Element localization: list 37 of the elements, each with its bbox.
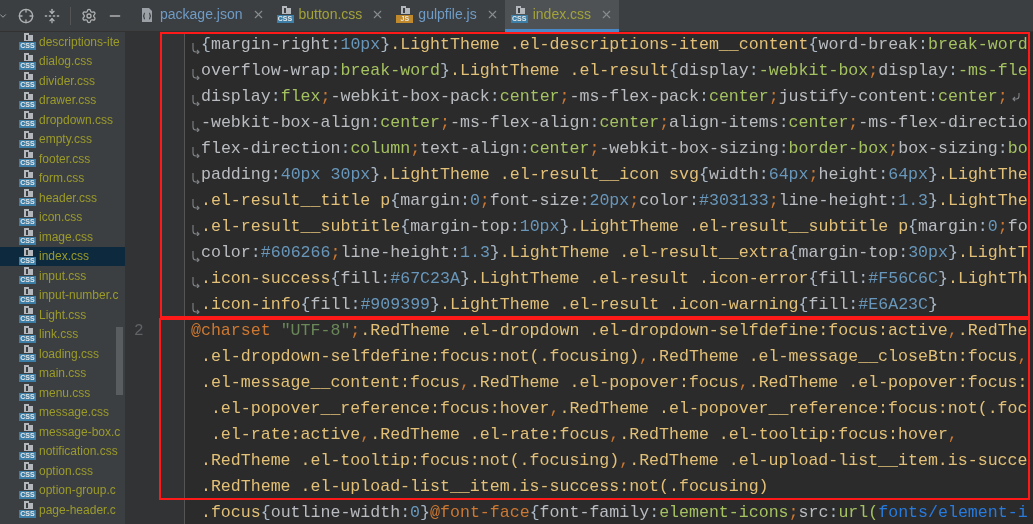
wrap-end-icon <box>1010 91 1021 103</box>
soft-wrap-icon <box>191 42 200 54</box>
soft-wrap-icon <box>191 198 200 210</box>
code-line: flex-direction:column;text-align:center;-webkit-box-sizing:border-box;box-sizing:bo <box>201 137 1028 160</box>
soft-wrap-icon <box>191 172 200 184</box>
settings-icon[interactable] <box>81 7 97 24</box>
code-line: color:#606266;line-height:1.3}.LightTheme .el-result__extra{margin-top:30px}.LightT <box>201 241 1028 264</box>
editor-tab[interactable]: package.json <box>133 0 271 32</box>
json-file-icon <box>139 6 155 23</box>
code-line: .icon-info{fill:#909399}.LightTheme .el-result .icon-warning{fill:#E6A23C} <box>201 293 938 316</box>
code-line: overflow-wrap:break-word}.LightTheme .el-result{display:-webkit-box;display:-ms-fle <box>201 59 1028 82</box>
soft-wrap-icon <box>191 68 200 80</box>
code-line: .el-rate:active,.RedTheme .el-rate:focus,.RedTheme .el-tooltip:focus:hover, <box>209 423 958 446</box>
soft-wrap-icon <box>191 250 200 262</box>
crosshair-icon[interactable] <box>18 7 34 24</box>
soft-wrap-icon <box>191 146 200 158</box>
code-line: .icon-success{fill:#67C23A}.LightTheme .el-result .icon-error{fill:#F56C6C}.LightTh <box>201 267 1028 290</box>
code-line: display:flex;-webkit-box-pack:center;-ms-flex-pack:center;justify-content:center; <box>201 85 1008 108</box>
code-line: -webkit-box-align:center;-ms-flex-align:center;align-items:center;-ms-flex-directio <box>201 111 1028 134</box>
code-line: .el-popover__reference:focus:hover,.RedTheme .el-popover__reference:focus:not(.foc <box>209 397 1028 420</box>
code-line: padding:40px 30px}.LightTheme .el-result__icon svg{width:64px;height:64px}.LightThe <box>201 163 1028 186</box>
scrollbar[interactable] <box>116 327 123 395</box>
code-line: .RedTheme .el-tooltip:focus:not(.focusing),.RedTheme .el-upload-list__item.is-succe <box>199 449 1028 472</box>
code-line: .el-dropdown-selfdefine:focus:not(.focusing),.RedTheme .el-message__closeBtn:focus, <box>199 345 1028 368</box>
code-line: .focus{outline-width:0}@font-face{font-family:element-icons;src:url(fonts/element-i <box>199 501 1028 524</box>
soft-wrap-icon <box>191 224 200 236</box>
soft-wrap-icon <box>191 94 200 106</box>
code-line: @charset "UTF-8";.RedTheme .el-dropdown .el-dropdown-selfdefine:focus:active,.RedThe <box>191 319 1028 342</box>
soft-wrap-icon <box>191 276 200 288</box>
soft-wrap-icon <box>191 302 200 314</box>
collapse-icon[interactable] <box>44 7 60 24</box>
soft-wrap-icon <box>191 120 200 132</box>
code-line: .el-result__title p{margin:0;font-size:20px;color:#303133;line-height:1.3}.LightThe <box>201 189 1028 212</box>
code-line: .el-result__subtitle{margin-top:10px}.LightTheme .el-result__subtitle p{margin:0;fo <box>201 215 1028 238</box>
code-line: .el-message__content:focus,.RedTheme .el-popover:focus,.RedTheme .el-popover:focus: <box>199 371 1028 394</box>
code-line: .RedTheme .el-upload-list__item.is-success:not(.focusing) <box>199 475 769 498</box>
code-line: {margin-right:10px}.LightTheme .el-descriptions-item__content{word-break:break-word <box>201 33 1028 56</box>
